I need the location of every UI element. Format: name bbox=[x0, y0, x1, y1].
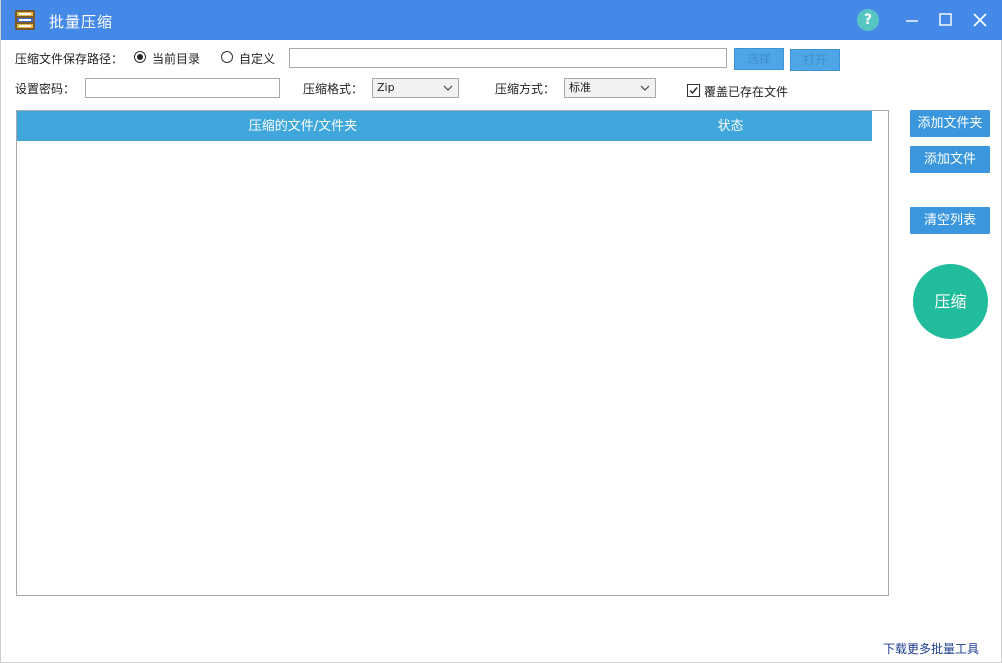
checkmark-icon bbox=[689, 87, 698, 95]
help-icon[interactable]: ? bbox=[857, 9, 879, 31]
clear-list-button[interactable]: 清空列表 bbox=[910, 207, 990, 234]
open-button[interactable]: 打开 bbox=[790, 49, 840, 71]
add-file-button[interactable]: 添加文件 bbox=[910, 146, 990, 173]
radio-current-dir-label[interactable]: 当前目录 bbox=[152, 50, 200, 67]
format-select[interactable]: Zip bbox=[372, 78, 459, 98]
add-folder-button[interactable]: 添加文件夹 bbox=[910, 110, 990, 137]
file-list[interactable]: 压缩的文件/文件夹 状态 bbox=[16, 110, 889, 596]
password-input[interactable] bbox=[85, 78, 280, 98]
method-select-value: 标准 bbox=[569, 81, 591, 94]
overwrite-checkbox[interactable] bbox=[687, 84, 700, 97]
chevron-down-icon bbox=[443, 85, 453, 91]
chevron-down-icon bbox=[640, 85, 650, 91]
compress-button[interactable]: 压缩 bbox=[913, 264, 988, 339]
save-path-label: 压缩文件保存路径： bbox=[15, 52, 124, 66]
column-header-files[interactable]: 压缩的文件/文件夹 bbox=[17, 111, 589, 141]
password-label: 设置密码： bbox=[15, 82, 76, 96]
format-label: 压缩格式： bbox=[303, 82, 364, 96]
close-icon[interactable] bbox=[970, 10, 990, 30]
browse-button[interactable]: 选择 bbox=[734, 48, 784, 70]
compress-app-icon bbox=[15, 10, 35, 30]
more-tools-link[interactable]: 下载更多批量工具 bbox=[883, 640, 979, 657]
minimize-icon[interactable] bbox=[902, 10, 922, 30]
radio-custom-dir[interactable] bbox=[221, 51, 233, 63]
maximize-icon[interactable] bbox=[935, 10, 955, 30]
format-select-value: Zip bbox=[377, 81, 395, 94]
window-title: 批量压缩 bbox=[49, 13, 114, 31]
save-path-input[interactable] bbox=[289, 48, 727, 68]
method-label: 压缩方式： bbox=[495, 82, 556, 96]
app-window: 批量压缩 ? 压缩文件保存路径： 当前目录 自定义 选择 打开 设置密码： 压缩… bbox=[0, 0, 1002, 663]
overwrite-label[interactable]: 覆盖已存在文件 bbox=[704, 83, 788, 100]
column-header-status[interactable]: 状态 bbox=[589, 111, 872, 141]
title-bar: 批量压缩 ? bbox=[1, 0, 1002, 40]
radio-custom-dir-label[interactable]: 自定义 bbox=[239, 50, 275, 67]
file-list-header: 压缩的文件/文件夹 状态 bbox=[17, 111, 872, 141]
radio-current-dir[interactable] bbox=[134, 51, 146, 63]
method-select[interactable]: 标准 bbox=[564, 78, 656, 98]
